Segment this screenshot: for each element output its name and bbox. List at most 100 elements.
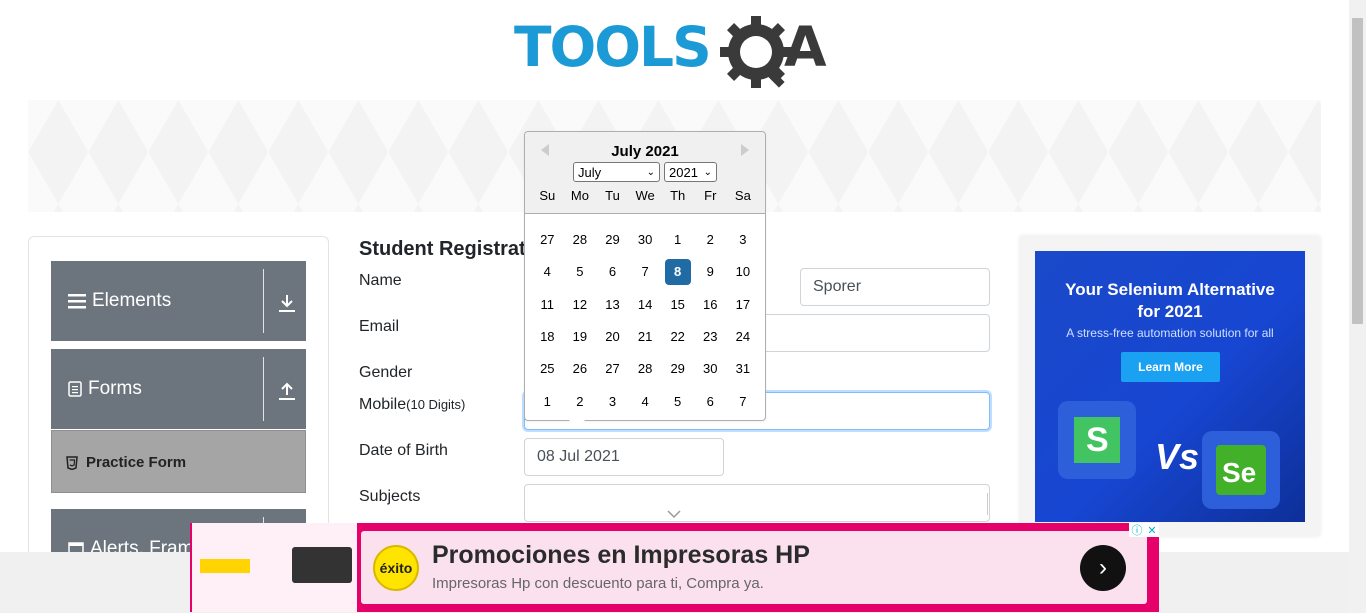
datepicker-caret [569,420,585,428]
datepicker-day[interactable]: 13 [596,292,629,318]
vertical-scrollbar[interactable] [1349,0,1366,613]
subjects-label: Subjects [359,488,421,505]
email-label: Email [359,318,400,335]
datepicker-day[interactable]: 14 [629,292,662,318]
datepicker-day[interactable]: 27 [596,356,629,382]
datepicker-day[interactable]: 2 [694,227,727,253]
datepicker-day[interactable]: 4 [629,389,662,415]
last-name-input[interactable]: Sporer [800,268,990,306]
hamburger-icon [68,294,86,309]
datepicker-day[interactable]: 12 [564,292,597,318]
year-select[interactable]: 2021 ⌄ [664,162,717,182]
info-icon[interactable]: ⓘ [1131,522,1142,538]
mobile-label: Mobile(10 Digits) [359,396,465,414]
logo-tools-text: TOOLS [514,15,710,79]
datepicker-day[interactable]: 28 [564,227,597,253]
datepicker-day[interactable]: 24 [727,324,760,350]
divider [263,357,264,421]
datepicker-day[interactable]: 18 [531,324,564,350]
month-select[interactable]: July ⌄ [573,162,660,182]
download-arrow-icon[interactable] [278,293,296,313]
html5-icon [66,455,78,470]
ad-close-controls[interactable]: ⓘ ✕ [1129,523,1159,537]
datepicker-day[interactable]: 15 [661,292,694,318]
ad-title-line1: Your Selenium Alternative [1065,280,1275,299]
datepicker-current-month: July 2021 [611,143,679,160]
datepicker-day[interactable]: 25 [531,356,564,382]
datepicker-day[interactable]: 30 [694,356,727,382]
datepicker-day[interactable]: 29 [596,227,629,253]
day-name: Mo [570,188,589,203]
datepicker-day[interactable]: 7 [629,259,662,285]
datepicker-day[interactable]: 28 [629,356,662,382]
toolsqa-logo[interactable]: TOOLS A [514,14,838,92]
datepicker-day[interactable]: 16 [694,292,727,318]
datepicker-day[interactable]: 4 [531,259,564,285]
datepicker-day[interactable]: 10 [727,259,760,285]
sidebar-item-label: Practice Form [86,454,187,471]
gear-magnifier-icon [720,16,792,88]
datepicker-day[interactable]: 1 [661,227,694,253]
scrollbar-thumb[interactable] [1352,18,1363,324]
advertisement-hp-printers[interactable]: éxito Promociones en Impresoras HP Impre… [190,523,1159,612]
chevron-right-icon[interactable]: › [1080,545,1126,591]
datepicker-day[interactable]: 31 [727,356,760,382]
ad-subtitle: A stress-free automation solution for al… [1066,326,1274,340]
left-navigation-panel: Elements Forms Practice Form Alerts, Fra… [28,236,329,589]
sidebar-item-practice-form[interactable]: Practice Form [51,430,306,493]
datepicker-day[interactable]: 21 [629,324,662,350]
close-icon[interactable]: ✕ [1147,524,1156,537]
group-forms[interactable]: Forms [51,349,306,429]
advertisement-selenium[interactable]: Your Selenium Alternative for 2021 A stre… [1035,251,1305,522]
datepicker-week: 25 26 27 28 29 30 31 [531,353,761,385]
datepicker-week: 18 19 20 21 22 23 24 [531,321,761,353]
datepicker-day[interactable]: 23 [694,324,727,350]
divider [263,269,264,333]
group-label: Forms [88,378,142,399]
datepicker-day[interactable]: 26 [564,356,597,382]
day-name: Th [670,188,686,203]
datepicker-day[interactable]: 19 [564,324,597,350]
datepicker-week: 11 12 13 14 15 16 17 [531,289,761,321]
next-month-icon[interactable] [741,144,749,156]
upload-arrow-icon[interactable] [278,381,296,401]
name-label: Name [359,272,402,289]
datepicker-day[interactable]: 11 [531,292,564,318]
exito-logo: éxito [373,545,419,591]
day-names-row: Su Mo Tu We Th Fr Sa [531,188,761,203]
datepicker-day[interactable]: 6 [596,259,629,285]
datepicker-day[interactable]: 5 [661,389,694,415]
datepicker-day[interactable]: 7 [727,389,760,415]
datepicker-day-selected[interactable]: 8 [661,259,694,286]
learn-more-button[interactable]: Learn More [1121,352,1220,382]
datepicker-day[interactable]: 27 [531,227,564,253]
datepicker-day[interactable]: 6 [694,389,727,415]
group-label: Elements [92,290,172,311]
mobile-label-text: Mobile [359,396,407,413]
datepicker-day[interactable]: 29 [661,356,694,382]
datepicker-day[interactable]: 3 [727,227,760,253]
chevron-down-icon [667,510,681,519]
datepicker-day[interactable]: 20 [596,324,629,350]
datepicker-day[interactable]: 1 [531,389,564,415]
datepicker-week: 4 5 6 7 8 9 10 [531,256,761,288]
dob-value: 08 Jul 2021 [537,448,620,465]
datepicker-day[interactable]: 9 [694,259,727,285]
day-name: Sa [734,188,751,203]
datepicker-day[interactable]: 2 [564,389,597,415]
datepicker-day[interactable]: 3 [596,389,629,415]
day-name: Tu [605,188,620,203]
product-logo-icon: S [1058,401,1136,479]
email-input[interactable] [760,314,990,352]
datepicker-day[interactable]: 30 [629,227,662,253]
subjects-input[interactable] [524,484,990,522]
datepicker-day[interactable]: 22 [661,324,694,350]
ad-image [192,523,357,612]
datepicker-day[interactable]: 17 [727,292,760,318]
date-of-birth-input[interactable]: 08 Jul 2021 [524,438,724,476]
ad-title[interactable]: Promociones en Impresoras HP [432,541,810,570]
chevron-down-icon: ⌄ [646,166,655,178]
datepicker-day[interactable]: 5 [564,259,597,285]
last-name-value: Sporer [813,278,862,295]
group-elements[interactable]: Elements [51,261,306,341]
